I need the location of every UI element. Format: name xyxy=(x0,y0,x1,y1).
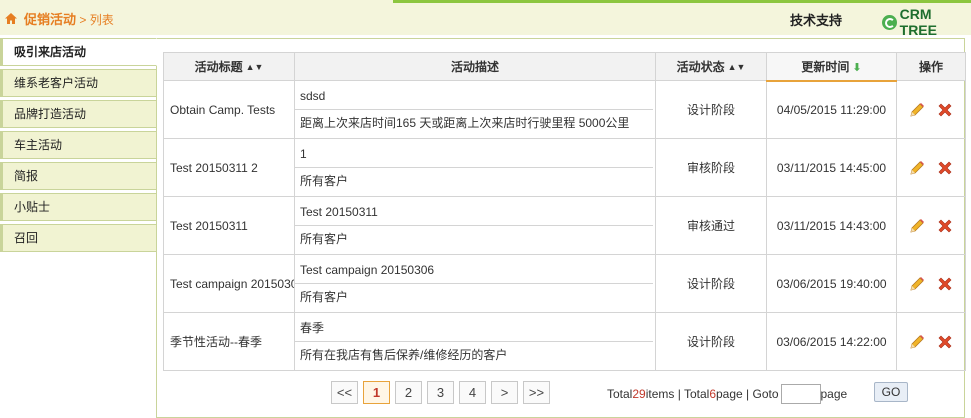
sidebar-item-branding[interactable]: 品牌打造活动 xyxy=(0,100,157,128)
pagination-info: Total 29 items | Total 6 page | Goto pag… xyxy=(607,384,847,404)
campaign-description: 春季 xyxy=(295,314,653,342)
sort-icon: ▲▼ xyxy=(245,62,264,72)
column-header-status[interactable]: 活动状态 ▲▼ xyxy=(655,52,767,81)
row-actions xyxy=(896,196,966,255)
campaign-audience: 所有客户 xyxy=(300,232,349,246)
table-row: 季节性活动--春季 春季 所有在我店有售后保养/维修经历的客户 设计阶段 03/… xyxy=(163,312,966,371)
campaign-status: 设计阶段 xyxy=(655,312,767,371)
edit-pencil-icon[interactable] xyxy=(908,217,926,235)
campaign-description: 1 xyxy=(295,140,653,168)
campaign-updated-time: 03/11/2015 14:43:00 xyxy=(766,196,897,255)
column-header-updated[interactable]: 更新时间 ⬇ xyxy=(766,52,897,82)
delete-icon[interactable] xyxy=(936,275,954,293)
sort-desc-icon: ⬇ xyxy=(852,61,862,74)
go-button[interactable]: GO xyxy=(874,382,908,402)
page-button-1[interactable]: 1 xyxy=(363,381,390,404)
table-header-row: 活动标题 ▲▼ 活动描述 活动状态 ▲▼ 更新时间 ⬇ 操作 xyxy=(163,52,966,82)
edit-pencil-icon[interactable] xyxy=(908,159,926,177)
delete-icon[interactable] xyxy=(936,217,954,235)
column-header-description: 活动描述 xyxy=(294,52,656,81)
sidebar-item-owner-events[interactable]: 车主活动 xyxy=(0,131,157,159)
total-label: Total xyxy=(607,387,633,401)
sidebar-item-briefing[interactable]: 简报 xyxy=(0,162,157,190)
home-icon[interactable] xyxy=(4,12,18,25)
delete-icon[interactable] xyxy=(936,159,954,177)
row-actions xyxy=(896,80,966,139)
table-row: Test 20150311 Test 20150311 所有客户 审核通过 03… xyxy=(163,196,966,255)
table-row: Obtain Camp. Tests sdsd 距离上次来店时间165 天或距离… xyxy=(163,80,966,139)
sidebar-item-attract-visits[interactable]: 吸引来店活动 xyxy=(0,38,157,66)
campaign-updated-time: 03/06/2015 19:40:00 xyxy=(766,254,897,313)
brand-logo-icon xyxy=(882,14,897,30)
campaign-updated-time: 03/06/2015 14:22:00 xyxy=(766,312,897,371)
campaign-title[interactable]: 季节性活动--春季 xyxy=(163,312,295,371)
total-pages-count: 6 xyxy=(709,387,716,401)
next-page-button[interactable]: > xyxy=(491,381,518,404)
goto-label: page | Goto xyxy=(716,387,779,401)
breadcrumb-section[interactable]: 促销活动 xyxy=(24,12,76,27)
page-button-3[interactable]: 3 xyxy=(427,381,454,404)
delete-icon[interactable] xyxy=(936,333,954,351)
sidebar-item-tips[interactable]: 小贴士 xyxy=(0,193,157,221)
campaign-description: Test campaign 20150306 xyxy=(295,256,653,284)
row-actions xyxy=(896,138,966,197)
breadcrumb: 促销活动 > 列表 xyxy=(4,9,114,28)
row-actions xyxy=(896,312,966,371)
support-link[interactable]: 技术支持 xyxy=(790,10,842,29)
campaign-audience: 所有客户 xyxy=(300,290,349,304)
items-label: items | Total xyxy=(645,387,710,401)
row-actions xyxy=(896,254,966,313)
campaign-description-cell: Test campaign 20150306 所有客户 xyxy=(294,254,656,313)
edit-pencil-icon[interactable] xyxy=(908,333,926,351)
first-page-button[interactable]: << xyxy=(331,381,358,404)
campaign-title[interactable]: Test 20150311 xyxy=(163,196,295,255)
campaign-description: sdsd xyxy=(295,82,653,110)
column-header-actions: 操作 xyxy=(896,52,966,81)
table-row: Test campaign 20150306 Test campaign 201… xyxy=(163,254,966,313)
campaign-description-cell: 春季 所有在我店有售后保养/维修经历的客户 xyxy=(294,312,656,371)
campaign-audience: 所有客户 xyxy=(300,174,349,188)
top-accent-line xyxy=(393,0,971,3)
campaign-audience: 所有在我店有售后保养/维修经历的客户 xyxy=(300,348,508,362)
campaign-status: 设计阶段 xyxy=(655,254,767,313)
campaign-title[interactable]: Test 20150311 2 xyxy=(163,138,295,197)
sidebar: 吸引来店活动 维系老客户活动 品牌打造活动 车主活动 简报 小贴士 召回 xyxy=(0,38,157,255)
page-suffix-label: page xyxy=(820,387,848,401)
breadcrumb-current: 列表 xyxy=(89,13,114,27)
campaign-title[interactable]: Test campaign 20150306 xyxy=(163,254,295,313)
campaign-updated-time: 03/11/2015 14:45:00 xyxy=(766,138,897,197)
sort-icon: ▲▼ xyxy=(727,62,746,72)
campaign-description-cell: 1 所有客户 xyxy=(294,138,656,197)
page-button-2[interactable]: 2 xyxy=(395,381,422,404)
brand-logo: CRM TREE xyxy=(882,6,971,38)
column-header-title[interactable]: 活动标题 ▲▼ xyxy=(163,52,295,81)
sidebar-item-retention[interactable]: 维系老客户活动 xyxy=(0,69,157,97)
goto-page-input[interactable] xyxy=(780,384,821,404)
table-row: Test 20150311 2 1 所有客户 审核阶段 03/11/2015 1… xyxy=(163,138,966,197)
campaign-description-cell: sdsd 距离上次来店时间165 天或距离上次来店时行驶里程 5000公里 xyxy=(294,80,656,139)
campaign-status: 设计阶段 xyxy=(655,80,767,139)
campaign-updated-time: 04/05/2015 11:29:00 xyxy=(766,80,897,139)
campaign-status: 审核通过 xyxy=(655,196,767,255)
campaign-audience: 距离上次来店时间165 天或距离上次来店时行驶里程 5000公里 xyxy=(300,116,630,130)
campaign-description-cell: Test 20150311 所有客户 xyxy=(294,196,656,255)
brand-name: CRM TREE xyxy=(899,6,937,38)
edit-pencil-icon[interactable] xyxy=(908,101,926,119)
pagination: << 1 2 3 4 > >> xyxy=(331,381,550,404)
campaign-title[interactable]: Obtain Camp. Tests xyxy=(163,80,295,139)
top-bar: 促销活动 > 列表 技术支持 CRM TREE xyxy=(0,0,971,38)
campaign-table: 活动标题 ▲▼ 活动描述 活动状态 ▲▼ 更新时间 ⬇ 操作 Obtain Camp.… xyxy=(163,52,966,371)
last-page-button[interactable]: >> xyxy=(523,381,550,404)
breadcrumb-separator: > xyxy=(76,13,90,27)
sidebar-item-recall[interactable]: 召回 xyxy=(0,224,157,252)
campaign-description: Test 20150311 xyxy=(295,198,653,226)
campaign-status: 审核阶段 xyxy=(655,138,767,197)
delete-icon[interactable] xyxy=(936,101,954,119)
total-items-count: 29 xyxy=(632,387,646,401)
page-button-4[interactable]: 4 xyxy=(459,381,486,404)
edit-pencil-icon[interactable] xyxy=(908,275,926,293)
